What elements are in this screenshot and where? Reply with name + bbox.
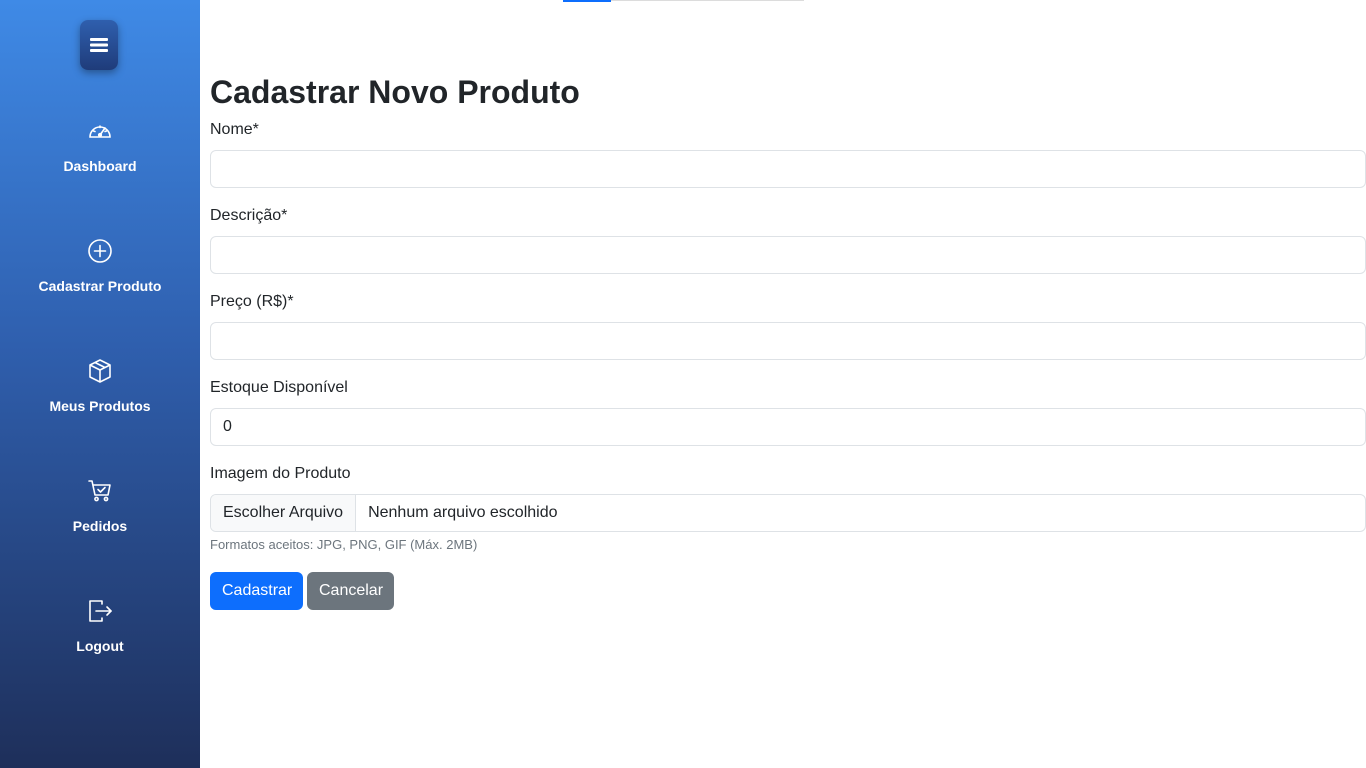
descricao-input[interactable] <box>210 236 1366 274</box>
preco-input[interactable] <box>210 322 1366 360</box>
sidebar-item-logout[interactable]: Logout <box>0 598 200 678</box>
nome-input[interactable] <box>210 150 1366 188</box>
plus-circle-icon <box>88 239 112 263</box>
speedometer-icon <box>89 125 111 138</box>
choose-file-button[interactable]: Escolher Arquivo <box>211 495 357 531</box>
sidebar-item-label: Logout <box>76 638 124 654</box>
sidebar-item-label: Pedidos <box>72 518 128 534</box>
imagem-file-input[interactable]: Escolher Arquivo Nenhum arquivo escolhid… <box>210 494 1366 532</box>
cancel-button[interactable]: Cancelar <box>307 572 394 610</box>
sidebar-item-meus-produtos[interactable]: Meus Produtos <box>0 358 200 438</box>
logout-icon <box>89 600 112 622</box>
preco-label: Preço (R$)* <box>210 293 294 310</box>
box-icon <box>89 359 111 383</box>
estoque-input[interactable] <box>210 408 1366 446</box>
sidebar-item-dashboard[interactable]: Dashboard <box>0 118 200 198</box>
imagem-label: Imagem do Produto <box>210 465 351 482</box>
menu-toggle-button[interactable] <box>80 20 118 70</box>
page-title: Cadastrar Novo Produto <box>210 74 580 110</box>
sidebar-item-cadastrar-produto[interactable]: Cadastrar Produto <box>0 238 200 318</box>
sidebar-item-label: Meus Produtos <box>49 398 151 414</box>
estoque-label: Estoque Disponível <box>210 379 348 396</box>
nome-label: Nome* <box>210 121 259 138</box>
sidebar-item-label: Dashboard <box>63 158 137 174</box>
hamburger-icon <box>90 38 108 52</box>
sidebar-item-label: Cadastrar Produto <box>38 278 162 294</box>
main-content: Cadastrar Novo Produto Nome* Descrição* … <box>210 0 1366 768</box>
cart-check-icon <box>88 480 111 502</box>
file-status-text: Nenhum arquivo escolhido <box>368 504 558 521</box>
submit-button[interactable]: Cadastrar <box>210 572 303 610</box>
sidebar: Dashboard Cadastrar Produto Meus Produto… <box>0 0 200 768</box>
descricao-label: Descrição* <box>210 207 288 224</box>
sidebar-item-pedidos[interactable]: Pedidos <box>0 478 200 558</box>
imagem-help-text: Formatos aceitos: JPG, PNG, GIF (Máx. 2M… <box>210 537 478 552</box>
